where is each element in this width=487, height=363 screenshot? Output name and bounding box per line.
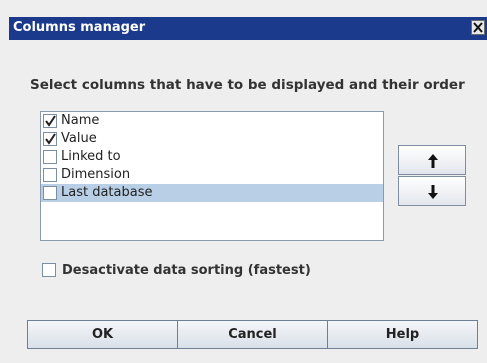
arrow-up-icon (428, 154, 438, 168)
column-checkbox-last-database[interactable] (43, 186, 57, 200)
title-bar[interactable]: Columns manager (9, 17, 487, 40)
disable-sorting-label: Desactivate data sorting (fastest) (62, 263, 311, 278)
instruction-text: Select columns that have to be displayed… (30, 77, 465, 93)
list-item-label: Linked to (61, 149, 121, 164)
checkmark-icon (45, 133, 56, 145)
window-title: Columns manager (13, 20, 146, 35)
list-item-label: Dimension (61, 167, 131, 182)
list-item-linked-to[interactable]: Linked to (41, 148, 383, 166)
list-item-label: Value (61, 131, 97, 146)
list-item-dimension[interactable]: Dimension (41, 166, 383, 184)
move-down-button[interactable] (398, 176, 466, 206)
close-button[interactable] (471, 20, 485, 35)
cancel-button[interactable]: Cancel (178, 320, 328, 349)
close-icon (473, 22, 483, 33)
column-checkbox-linked-to[interactable] (43, 150, 57, 164)
column-checkbox-name[interactable] (43, 114, 57, 128)
ok-button[interactable]: OK (27, 320, 178, 349)
disable-sorting-checkbox[interactable] (42, 263, 56, 277)
arrow-down-icon (428, 185, 438, 199)
column-checkbox-dimension[interactable] (43, 168, 57, 182)
list-item-label: Last database (61, 185, 153, 200)
list-item-last-database[interactable]: Last database (41, 184, 383, 202)
columns-list[interactable]: Name Value Linked to Dimension Last data… (40, 111, 384, 241)
help-button[interactable]: Help (328, 320, 478, 349)
list-item-value[interactable]: Value (41, 130, 383, 148)
list-item-name[interactable]: Name (41, 112, 383, 130)
move-up-button[interactable] (398, 145, 466, 175)
checkmark-icon (45, 115, 56, 127)
dialog-button-row: OK Cancel Help (27, 320, 478, 349)
list-item-label: Name (61, 113, 100, 128)
columns-manager-dialog: Columns manager Select columns that have… (0, 0, 487, 363)
disable-sorting-option[interactable]: Desactivate data sorting (fastest) (42, 262, 342, 282)
column-checkbox-value[interactable] (43, 132, 57, 146)
